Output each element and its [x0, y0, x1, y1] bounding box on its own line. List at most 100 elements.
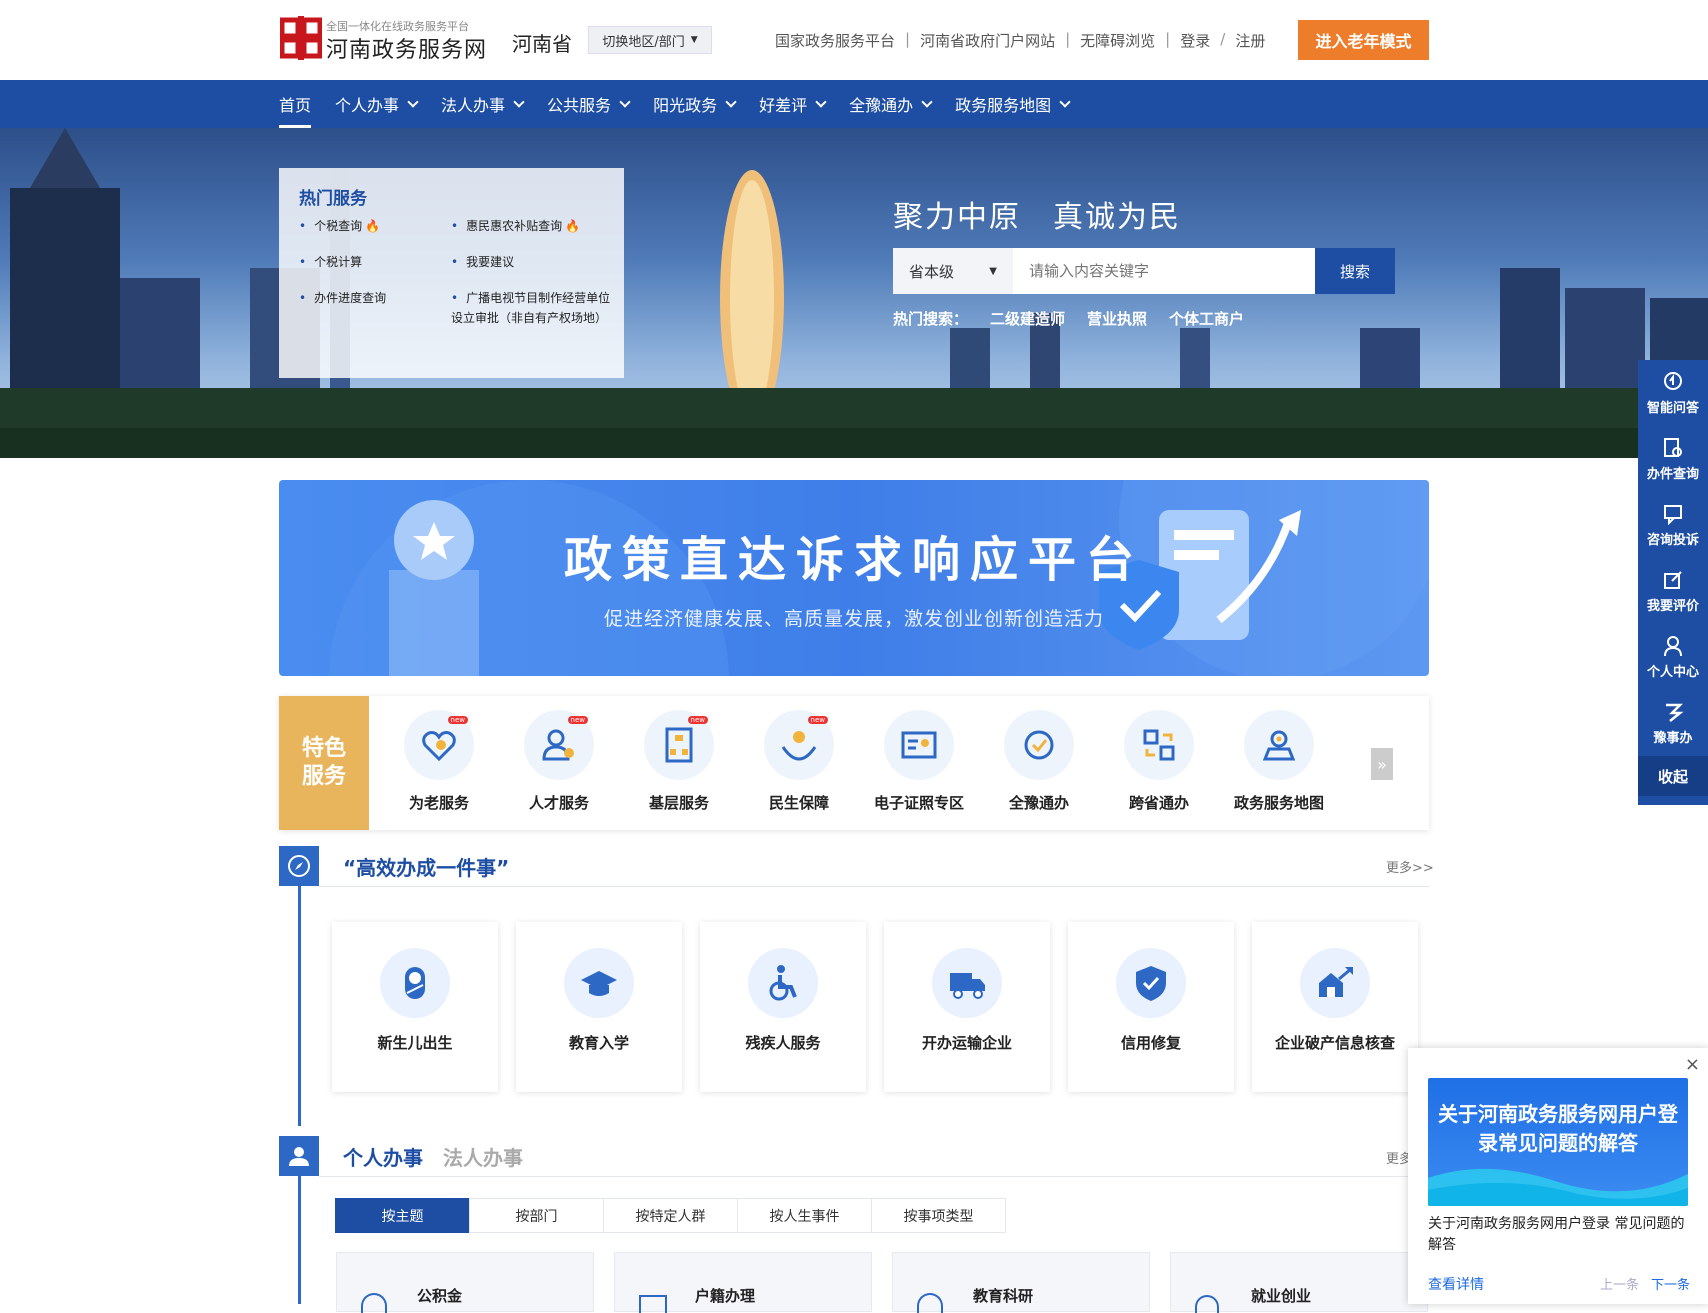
caret-down-icon: ▼ — [690, 35, 698, 45]
nav-sunshine-affairs[interactable]: 阳光政务 — [653, 80, 759, 128]
subtab-by-topic[interactable]: 按主题 — [335, 1198, 470, 1233]
sidebar-item-personal-center[interactable]: 个人中心 — [1638, 624, 1708, 690]
login-link[interactable]: 登录 — [1180, 30, 1210, 51]
hot-service-item[interactable]: 广播电视节目制作经营单位设立审批（非自有产权场地） — [451, 288, 611, 328]
nav-legal[interactable]: 法人办事 — [441, 80, 547, 128]
efficient-section-title: “高效办成一件事” — [343, 855, 510, 880]
sidebar-collapse-button[interactable]: 收起 — [1638, 756, 1708, 796]
chevron-down-icon — [921, 96, 933, 108]
sidebar-item-yushiban[interactable]: 豫事办 — [1638, 690, 1708, 756]
hot-service-item[interactable]: 办件进度查询 — [299, 288, 386, 308]
hot-service-item[interactable]: 个税查询🔥 — [299, 216, 380, 236]
sidebar-item-case-query[interactable]: 办件查询 — [1638, 426, 1708, 492]
hot-services-panel: 热门服务 个税查询🔥 惠民惠农补贴查询🔥 个税计算 我要建议 办件进度查询 广播… — [279, 168, 624, 378]
sidebar-item-complaints[interactable]: 咨询投诉 — [1638, 492, 1708, 558]
subtab-by-item-type[interactable]: 按事项类型 — [871, 1198, 1006, 1233]
affairs-section-header: 个人办事 法人办事 — [279, 1136, 523, 1176]
feature-label: 全豫通办 — [1008, 794, 1069, 812]
topic-label: 就业创业 — [1251, 1287, 1312, 1305]
topic-item[interactable]: 教育科研 — [892, 1252, 1150, 1313]
notice-prev-button[interactable]: 上一条 — [1600, 1274, 1639, 1293]
sidebar-item-label: 智能问答 — [1646, 400, 1699, 416]
policy-banner[interactable]: 政策直达诉求响应平台 促进经济健康发展、高质量发展，激发创业创新创造活力 — [279, 480, 1429, 676]
card-education[interactable]: 教育入学 — [516, 922, 682, 1092]
feature-cross-province[interactable]: 跨省通办 — [1099, 710, 1219, 813]
subtab-by-group[interactable]: 按特定人群 — [603, 1198, 738, 1233]
fire-icon: 🔥 — [565, 219, 581, 233]
hot-search-term[interactable]: 个体工商户 — [1169, 308, 1244, 329]
chevron-right-icon[interactable]: » — [1371, 748, 1393, 780]
feature-talent[interactable]: new 人才服务 — [499, 710, 619, 813]
search-bar: 省本级 ▼ 搜索 — [893, 248, 1395, 294]
chat-bot-icon — [1664, 371, 1682, 390]
hot-service-item[interactable]: 惠民惠农补贴查询🔥 — [451, 216, 580, 236]
feature-grassroots[interactable]: new 基层服务 — [619, 710, 739, 813]
notice-banner-image[interactable]: 关于河南政务服务网用户登录常见问题的解答 — [1428, 1078, 1688, 1206]
sidebar-item-evaluate[interactable]: 我要评价 — [1638, 558, 1708, 624]
truck-icon — [932, 948, 1002, 1018]
card-bankruptcy-check[interactable]: 企业破产信息核查 — [1252, 922, 1418, 1092]
card-newborn[interactable]: 新生儿出生 — [332, 922, 498, 1092]
hot-service-item[interactable]: 我要建议 — [451, 252, 514, 272]
subtab-by-life-event[interactable]: 按人生事件 — [737, 1198, 872, 1233]
new-badge: new — [567, 716, 588, 724]
org-chart-icon: new — [644, 710, 714, 780]
hot-search-term[interactable]: 营业执照 — [1087, 308, 1147, 329]
site-logo[interactable]: 全国一体化在线政务服务平台 河南政务服务网 — [279, 16, 486, 63]
hot-service-item[interactable]: 个税计算 — [299, 252, 362, 272]
efficient-more-link[interactable]: 更多>> — [1386, 857, 1434, 876]
edit-icon — [1664, 570, 1682, 589]
notice-next-button[interactable]: 下一条 — [1651, 1274, 1690, 1293]
search-scope-label: 省本级 — [909, 262, 955, 281]
feature-service-map[interactable]: 政务服务地图 — [1219, 710, 1339, 813]
topic-label: 教育科研 — [973, 1287, 1034, 1305]
yushiban-logo-icon — [1666, 703, 1684, 722]
search-scope-select[interactable]: 省本级 ▼ — [893, 248, 1013, 294]
link-separator: | — [1165, 30, 1171, 48]
topic-item[interactable]: 公积金 — [336, 1252, 594, 1313]
affairs-subtabs: 按主题 按部门 按特定人群 按人生事件 按事项类型 — [335, 1198, 1006, 1233]
tab-legal-affairs[interactable]: 法人办事 — [443, 1142, 523, 1171]
tab-personal-affairs[interactable]: 个人办事 — [343, 1142, 423, 1171]
feature-e-license[interactable]: 电子证照专区 — [859, 710, 979, 813]
chevron-down-icon — [513, 96, 525, 108]
region-switch-button[interactable]: 切换地区/部门 ▼ — [588, 26, 712, 54]
hot-search-term[interactable]: 二级建造师 — [990, 308, 1065, 329]
search-button[interactable]: 搜索 — [1315, 248, 1395, 294]
graduation-cap-icon — [564, 948, 634, 1018]
feature-label: 跨省通办 — [1128, 794, 1189, 812]
nav-service-map[interactable]: 政务服务地图 — [955, 80, 1093, 128]
feature-label: 为老服务 — [408, 794, 469, 812]
link-national-platform[interactable]: 国家政务服务平台 — [775, 30, 895, 51]
feature-province-wide[interactable]: 全豫通办 — [979, 710, 1099, 813]
nav-public-service[interactable]: 公共服务 — [547, 80, 653, 128]
subtab-by-department[interactable]: 按部门 — [469, 1198, 604, 1233]
card-label: 信用修复 — [1120, 1034, 1181, 1052]
cycle-check-icon — [1004, 710, 1074, 780]
nav-personal[interactable]: 个人办事 — [335, 80, 441, 128]
nav-home[interactable]: 首页 — [279, 80, 335, 128]
elder-mode-button[interactable]: 进入老年模式 — [1298, 20, 1429, 60]
nav-province-wide[interactable]: 全豫通办 — [849, 80, 955, 128]
notice-banner-text: 关于河南政务服务网用户登录常见问题的解答 — [1438, 1102, 1678, 1155]
hot-service-label: 广播电视节目制作经营单位设立审批（非自有产权场地） — [451, 291, 611, 325]
feature-elderly[interactable]: new 为老服务 — [379, 710, 499, 813]
feature-label: 人才服务 — [528, 794, 589, 812]
topic-item[interactable]: 户籍办理 — [614, 1252, 872, 1313]
feature-livelihood[interactable]: new 民生保障 — [739, 710, 859, 813]
nav-rating[interactable]: 好差评 — [759, 80, 849, 128]
search-input[interactable] — [1013, 248, 1315, 294]
link-provincial-portal[interactable]: 河南省政府门户网站 — [920, 30, 1055, 51]
sidebar-item-smart-qa[interactable]: 智能问答 — [1638, 360, 1708, 426]
close-icon[interactable]: × — [1685, 1054, 1700, 1075]
featured-label-text: 特色服务 — [301, 736, 346, 789]
topic-item[interactable]: 就业创业 — [1170, 1252, 1428, 1313]
card-transport[interactable]: 开办运输企业 — [884, 922, 1050, 1092]
register-link[interactable]: 注册 — [1235, 30, 1265, 51]
banner-title: 政策直达诉求响应平台 — [563, 532, 1144, 588]
link-accessibility[interactable]: 无障碍浏览 — [1080, 30, 1155, 51]
card-credit-repair[interactable]: 信用修复 — [1068, 922, 1234, 1092]
card-disability[interactable]: 残疾人服务 — [700, 922, 866, 1092]
notice-detail-link[interactable]: 查看详情 — [1428, 1274, 1484, 1294]
efficient-section-header: “高效办成一件事” — [279, 846, 509, 886]
